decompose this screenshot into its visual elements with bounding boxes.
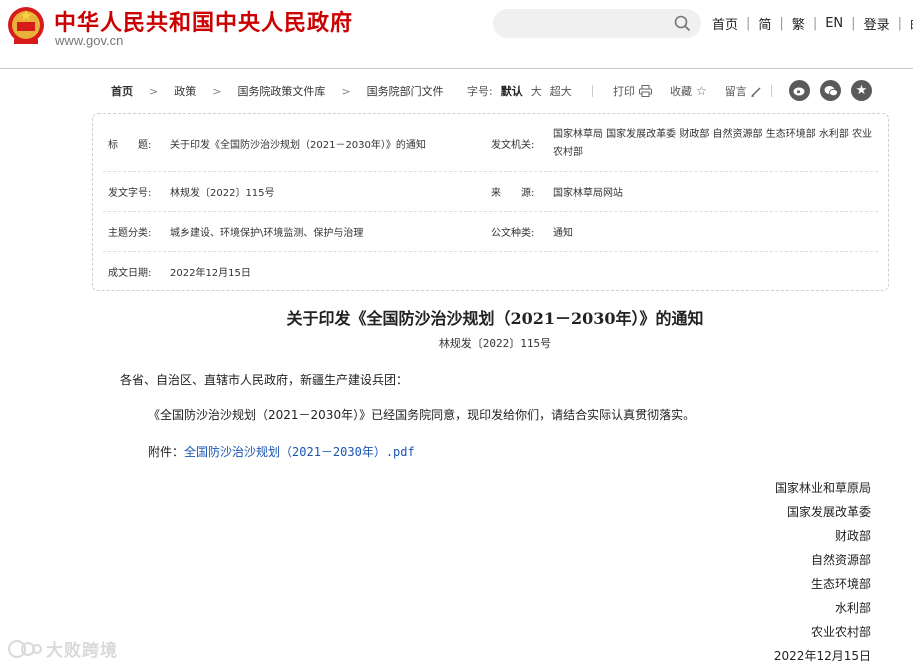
breadcrumb-policy[interactable]: 政策 (174, 83, 196, 99)
chevron-right-icon: > (149, 84, 159, 98)
nav-separator: | (851, 16, 856, 31)
signatory: 农业农村部 (810, 625, 871, 639)
wechat-icon[interactable] (820, 80, 841, 101)
source-label: 来 源: (491, 188, 535, 199)
document-metadata: 标 题: 关于印发《全国防沙治沙规划（2021－2030年）》的通知 发文机关:… (92, 113, 889, 291)
signatory: 生态环境部 (810, 577, 871, 591)
breadcrumb-policy-library[interactable]: 国务院政策文件库 (237, 83, 325, 99)
qzone-star-icon[interactable]: ★ (851, 80, 872, 101)
article-doc-number: 林规发〔2022〕115号 (438, 337, 552, 350)
national-emblem-icon[interactable] (6, 5, 46, 47)
attachment: 附件：全国防沙治沙规划（2021－2030年）.pdf (148, 443, 415, 460)
star-icon: ☆ (696, 84, 707, 98)
nav-english[interactable]: EN (825, 16, 843, 31)
salutation: 各省、自治区、直辖市人民政府，新疆生产建设兵团： (120, 373, 409, 387)
site-url[interactable]: www.gov.cn (55, 33, 123, 48)
printer-icon (639, 85, 652, 97)
font-size-switcher: 字号: 默认 大 超大 (467, 83, 572, 99)
font-size-default[interactable]: 默认 (501, 83, 523, 99)
breadcrumb: 首页 > 政策 > 国务院政策文件库 > 国务院部门文件 (111, 83, 444, 99)
divider (592, 85, 593, 97)
weibo-icon[interactable] (789, 80, 810, 101)
body-paragraph: 《全国防沙治沙规划（2021－2030年）》已经国务院同意，现印发给你们，请结合… (148, 408, 696, 422)
nav-simplified[interactable]: 简 (758, 14, 771, 33)
topic-label: 主题分类: (108, 228, 152, 239)
nav-separator: | (746, 16, 751, 31)
font-size-xlarge[interactable]: 超大 (550, 83, 572, 99)
favorite-label: 收藏 (670, 85, 692, 98)
date-value: 2022年12月15日 (170, 268, 251, 279)
print-button[interactable]: 打印 (613, 83, 652, 99)
signatory: 自然资源部 (810, 553, 871, 567)
nav-traditional[interactable]: 繁 (792, 14, 805, 33)
signatory: 财政部 (834, 529, 871, 543)
font-size-label: 字号: (467, 85, 493, 98)
topic-value: 城乡建设、环境保护\环境监测、保护与治理 (170, 228, 364, 239)
docno-label: 发文字号: (108, 188, 152, 199)
nav-separator: | (779, 16, 784, 31)
sign-date: 2022年12月15日 (773, 649, 871, 663)
article-title: 关于印发《全国防沙治沙规划（2021－2030年）》的通知 (286, 309, 704, 328)
source-value: 国家林草局网站 (553, 188, 623, 199)
attachment-link[interactable]: 全国防沙治沙规划（2021－2030年）.pdf (184, 445, 415, 459)
breadcrumb-home[interactable]: 首页 (111, 83, 133, 99)
font-size-large[interactable]: 大 (531, 83, 542, 99)
site-header: 中华人民共和国中央人民政府 www.gov.cn 首页 | 简 | 繁 | EN… (0, 0, 913, 69)
divider (771, 85, 772, 97)
favorite-button[interactable]: 收藏 ☆ (670, 83, 707, 99)
row-divider (103, 211, 878, 212)
pencil-icon (751, 86, 761, 97)
row-divider (103, 251, 878, 252)
signatory: 水利部 (834, 601, 871, 615)
watermark-logo-icon (8, 639, 42, 658)
attachment-label: 附件： (148, 445, 185, 459)
chevron-right-icon: > (341, 84, 351, 98)
nav-separator: | (812, 16, 818, 31)
signatory: 国家林业和草原局 (774, 481, 871, 495)
print-label: 打印 (613, 85, 635, 98)
article-tools: 打印 收藏 ☆ 留言 (613, 83, 780, 99)
comment-label: 留言 (724, 85, 747, 98)
nav-home[interactable]: 首页 (712, 14, 738, 33)
date-label: 成文日期: (108, 268, 152, 279)
signatory: 国家发展改革委 (786, 505, 871, 519)
row-divider (103, 171, 878, 172)
issuer-value: 国家林草局 国家发展改革委 财政部 自然资源部 生态环境部 水利部 农业农村部 (553, 129, 873, 158)
title-value: 关于印发《全国防沙治沙规划（2021－2030年）》的通知 (170, 140, 426, 151)
issuer-label: 发文机关: (491, 140, 535, 151)
docno-value: 林规发〔2022〕115号 (170, 188, 275, 199)
comment-button[interactable]: 留言 (725, 83, 762, 99)
search-input[interactable] (493, 9, 701, 38)
watermark: 大败跨境 (8, 636, 118, 661)
watermark-text: 大败跨境 (46, 641, 118, 661)
nav-login[interactable]: 登录 (864, 14, 890, 33)
type-value: 通知 (553, 228, 573, 239)
breadcrumb-department-docs[interactable]: 国务院部门文件 (367, 83, 444, 99)
type-label: 公文种类: (491, 228, 535, 239)
chevron-right-icon: > (212, 84, 222, 98)
search-icon[interactable] (674, 15, 691, 32)
share-buttons: ★ (789, 80, 872, 101)
nav-separator: | (897, 16, 902, 31)
title-label: 标 题: (108, 140, 152, 151)
top-nav: 首页 | 简 | 繁 | EN | 登录 | 邮箱 (712, 14, 913, 33)
